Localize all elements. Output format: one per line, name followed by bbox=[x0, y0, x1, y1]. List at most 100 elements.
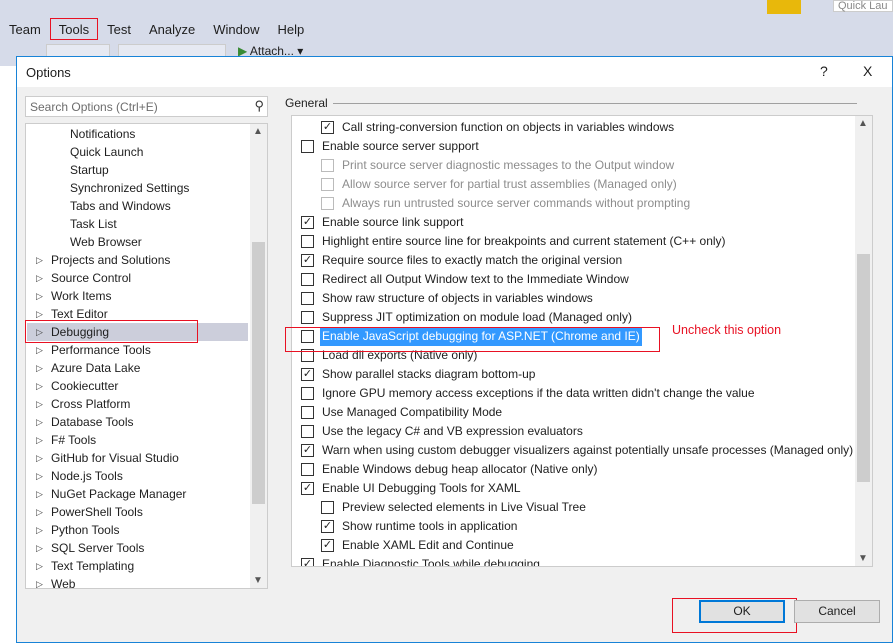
tree-item[interactable]: ▷ Azure Data Lake bbox=[27, 359, 248, 377]
expand-arrow-icon[interactable]: ▷ bbox=[36, 521, 43, 539]
expand-arrow-icon[interactable]: ▷ bbox=[36, 251, 43, 269]
option-label: Enable source server support bbox=[322, 139, 479, 153]
tree-item-label: Quick Launch bbox=[70, 145, 144, 159]
checkbox[interactable]: ✓ bbox=[321, 520, 334, 533]
tree-item[interactable]: ▷ F# Tools bbox=[27, 431, 248, 449]
scroll-down-icon[interactable]: ▼ bbox=[253, 575, 263, 586]
checkbox[interactable]: ✓ bbox=[321, 539, 334, 552]
checkbox[interactable] bbox=[301, 387, 314, 400]
expand-arrow-icon[interactable]: ▷ bbox=[36, 539, 43, 557]
tree-item-label: Web Browser bbox=[70, 235, 142, 249]
tree-item[interactable]: ▷ Text Templating bbox=[27, 557, 248, 575]
checkbox[interactable] bbox=[301, 235, 314, 248]
expand-arrow-icon[interactable]: ▷ bbox=[36, 431, 43, 449]
menu-test[interactable]: Test bbox=[98, 18, 140, 40]
tree-item-label: Synchronized Settings bbox=[70, 181, 190, 195]
menu-help[interactable]: Help bbox=[269, 18, 314, 40]
scroll-down-icon[interactable]: ▼ bbox=[858, 553, 868, 564]
expand-arrow-icon[interactable]: ▷ bbox=[36, 395, 43, 413]
tree-item[interactable]: ▷ Node.js Tools bbox=[27, 467, 248, 485]
tree-item[interactable]: ▷ Work Items bbox=[27, 287, 248, 305]
tree-item-label: Python Tools bbox=[51, 523, 120, 537]
option-label: Highlight entire source line for breakpo… bbox=[322, 234, 726, 248]
menu-window[interactable]: Window bbox=[204, 18, 268, 40]
scroll-thumb[interactable] bbox=[857, 254, 870, 482]
checkbox[interactable]: ✓ bbox=[321, 121, 334, 134]
tree-item[interactable]: Startup bbox=[27, 161, 248, 179]
tree-item[interactable]: Tabs and Windows bbox=[27, 197, 248, 215]
expand-arrow-icon[interactable]: ▷ bbox=[36, 341, 43, 359]
notification-badge[interactable] bbox=[767, 0, 801, 14]
checkbox[interactable] bbox=[321, 197, 334, 210]
tree-item[interactable]: Web Browser bbox=[27, 233, 248, 251]
help-button[interactable]: ? bbox=[820, 63, 828, 79]
checkbox[interactable] bbox=[321, 501, 334, 514]
expand-arrow-icon[interactable]: ▷ bbox=[36, 575, 43, 588]
tree-item[interactable]: Notifications bbox=[27, 125, 248, 143]
tree-item-label: Node.js Tools bbox=[51, 469, 123, 483]
tree-item[interactable]: ▷ Web bbox=[27, 575, 248, 588]
expand-arrow-icon[interactable]: ▷ bbox=[36, 449, 43, 467]
tree-item[interactable]: Quick Launch bbox=[27, 143, 248, 161]
expand-arrow-icon[interactable]: ▷ bbox=[36, 467, 43, 485]
checkbox[interactable] bbox=[301, 463, 314, 476]
tree-item[interactable]: Synchronized Settings bbox=[27, 179, 248, 197]
option-label: Enable UI Debugging Tools for XAML bbox=[322, 481, 521, 495]
tree-item[interactable]: ▷ Performance Tools bbox=[27, 341, 248, 359]
checkbox[interactable] bbox=[301, 292, 314, 305]
checkbox[interactable] bbox=[301, 425, 314, 438]
checkbox[interactable] bbox=[301, 406, 314, 419]
option-label: Warn when using custom debugger visualiz… bbox=[322, 443, 854, 457]
dialog-title: Options bbox=[26, 64, 71, 80]
expand-arrow-icon[interactable]: ▷ bbox=[36, 485, 43, 503]
tree-item[interactable]: ▷ Python Tools bbox=[27, 521, 248, 539]
scroll-up-icon[interactable]: ▲ bbox=[858, 118, 868, 129]
checkbox[interactable] bbox=[321, 178, 334, 191]
quick-launch-input[interactable]: Quick Lau bbox=[833, 0, 893, 12]
checkbox[interactable] bbox=[301, 273, 314, 286]
checkbox[interactable]: ✓ bbox=[301, 444, 314, 457]
expand-arrow-icon[interactable]: ▷ bbox=[36, 359, 43, 377]
checkbox[interactable]: ✓ bbox=[301, 216, 314, 229]
checkbox[interactable]: ✓ bbox=[301, 368, 314, 381]
scroll-up-icon[interactable]: ▲ bbox=[253, 126, 263, 137]
search-icon[interactable]: ⚲ bbox=[254, 98, 264, 114]
tree-item[interactable]: Task List bbox=[27, 215, 248, 233]
expand-arrow-icon[interactable]: ▷ bbox=[36, 269, 43, 287]
tree-item[interactable]: ▷ Cross Platform bbox=[27, 395, 248, 413]
option-label: Enable source link support bbox=[322, 215, 464, 229]
menu-tools[interactable]: Tools bbox=[49, 18, 99, 40]
expand-arrow-icon[interactable]: ▷ bbox=[36, 413, 43, 431]
checkbox[interactable]: ✓ bbox=[301, 254, 314, 267]
tree-item[interactable]: ▷ Cookiecutter bbox=[27, 377, 248, 395]
tree-item[interactable]: ▷ GitHub for Visual Studio bbox=[27, 449, 248, 467]
annotation-text: Uncheck this option bbox=[672, 323, 782, 337]
tree-item-label: Work Items bbox=[51, 289, 112, 303]
option-label: Use the legacy C# and VB expression eval… bbox=[322, 424, 583, 438]
tree-item[interactable]: ▷ Database Tools bbox=[27, 413, 248, 431]
expand-arrow-icon[interactable]: ▷ bbox=[36, 287, 43, 305]
tree-item[interactable]: ▷ Source Control bbox=[27, 269, 248, 287]
search-options-input[interactable]: Search Options (Ctrl+E) ⚲ bbox=[25, 96, 268, 117]
checkbox[interactable] bbox=[321, 159, 334, 172]
cancel-button[interactable]: Cancel bbox=[794, 600, 880, 623]
checkbox[interactable] bbox=[301, 140, 314, 153]
expand-arrow-icon[interactable]: ▷ bbox=[36, 557, 43, 575]
tree-scrollbar[interactable]: ▲ ▼ bbox=[250, 124, 267, 588]
expand-arrow-icon[interactable]: ▷ bbox=[36, 377, 43, 395]
tree-item[interactable]: ▷ SQL Server Tools bbox=[27, 539, 248, 557]
tree-item-label: Cross Platform bbox=[51, 397, 131, 411]
scroll-thumb[interactable] bbox=[252, 242, 265, 504]
tree-item[interactable]: ▷ NuGet Package Manager bbox=[27, 485, 248, 503]
menu-team[interactable]: Team bbox=[0, 18, 50, 40]
option-label: Enable XAML Edit and Continue bbox=[342, 538, 514, 552]
tree-item[interactable]: ▷ Projects and Solutions bbox=[27, 251, 248, 269]
tree-item[interactable]: ▷ PowerShell Tools bbox=[27, 503, 248, 521]
close-button[interactable]: X bbox=[863, 63, 872, 79]
options-scrollbar[interactable]: ▲ ▼ bbox=[855, 116, 872, 566]
checkbox[interactable] bbox=[301, 311, 314, 324]
checkbox[interactable]: ✓ bbox=[301, 558, 314, 566]
checkbox[interactable]: ✓ bbox=[301, 482, 314, 495]
expand-arrow-icon[interactable]: ▷ bbox=[36, 503, 43, 521]
menu-analyze[interactable]: Analyze bbox=[140, 18, 204, 40]
